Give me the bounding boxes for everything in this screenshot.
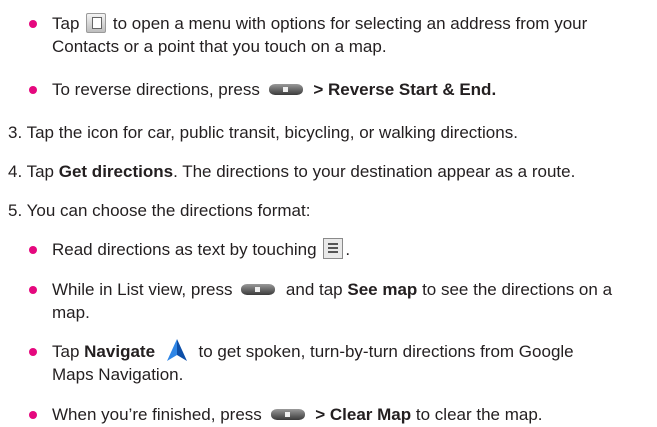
text: and tap: [285, 280, 343, 299]
text: To reverse directions, press: [52, 80, 260, 99]
reverse-start-end-label: > Reverse Start & End.: [313, 80, 497, 99]
menu-key-icon: [268, 83, 303, 95]
contacts-icon: [86, 12, 107, 33]
bullet-reverse-directions: To reverse directions, press > Reverse S…: [28, 78, 497, 101]
bullet-clear-map: When you’re finished, press > Clear Map …: [29, 403, 543, 426]
text: 3. Tap the icon for car, public transit,…: [8, 123, 518, 142]
text: map.: [52, 303, 90, 322]
list-view-icon: [323, 238, 344, 260]
text: .: [345, 240, 351, 259]
text: to get spoken, turn-by-turn directions f…: [198, 342, 574, 361]
text: Tap: [52, 14, 80, 33]
clear-map-label: > Clear Map: [315, 405, 412, 424]
text: Tap: [52, 342, 80, 361]
bullet-contacts-menu: Tap to open a menu with options for sele…: [28, 12, 588, 35]
menu-key-icon: [241, 283, 276, 295]
text: Maps Navigation.: [52, 365, 184, 384]
step-3: 3. Tap the icon for car, public transit,…: [8, 121, 518, 144]
navigate-label: Navigate: [84, 342, 156, 361]
see-map-label: See map: [347, 280, 418, 299]
bullet-read-as-text: Read directions as text by touching .: [28, 238, 351, 261]
step-4: 4. Tap Get directions. The directions to…: [8, 160, 575, 183]
text: Read directions as text by touching: [52, 240, 317, 259]
bullet-see-map: While in List view, press and tap See ma…: [28, 278, 613, 301]
text: Contacts or a point that you touch on a …: [52, 37, 387, 56]
text: to see the directions on a: [422, 280, 613, 299]
text: When you’re finished, press: [52, 405, 262, 424]
text: While in List view, press: [52, 280, 233, 299]
text: to open a menu with options for selectin…: [112, 14, 588, 33]
step-5: 5. You can choose the directions format:: [8, 199, 310, 222]
get-directions-label: Get directions: [58, 162, 174, 181]
menu-key-icon: [270, 408, 305, 420]
document-page: Tap to open a menu with options for sele…: [0, 0, 657, 427]
text: to clear the map.: [415, 405, 543, 424]
bullet-navigate: Tap Navigate to get spoken, turn-by-turn…: [29, 338, 574, 363]
text: 4. Tap: [8, 162, 55, 181]
bullet-navigate-cont: Maps Navigation.: [52, 363, 183, 386]
text: 5. You can choose the directions format:: [8, 201, 311, 220]
navigate-arrow-icon: [166, 338, 187, 361]
bullet-contacts-menu-cont: Contacts or a point that you touch on a …: [52, 35, 387, 58]
text: . The directions to your destination app…: [173, 162, 576, 181]
bullet-see-map-cont: map.: [52, 301, 90, 324]
